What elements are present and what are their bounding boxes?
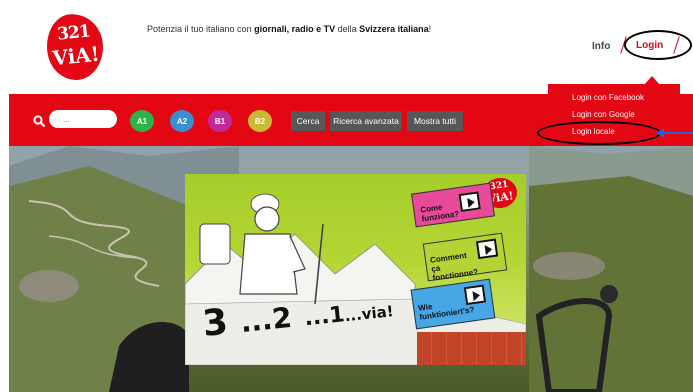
level-b2-button[interactable]: B2 (248, 110, 272, 132)
advanced-search-button[interactable]: Ricerca avanzata (330, 111, 402, 131)
level-b1-button[interactable]: B1 (208, 110, 232, 132)
site-logo[interactable]: 321 ViA! (43, 11, 107, 83)
film-icon (463, 284, 487, 306)
tagline: Potenzia il tuo italiano con giornali, r… (147, 24, 432, 34)
film-icon (475, 238, 499, 260)
login-local-highlight-circle (537, 121, 661, 145)
running-track (417, 332, 526, 365)
search-input[interactable] (49, 110, 117, 128)
clapboard-italian-label: Come funziona? (419, 202, 460, 224)
level-a1-button[interactable]: A1 (130, 110, 154, 132)
level-a2-button[interactable]: A2 (170, 110, 194, 132)
login-highlight-circle (624, 30, 692, 60)
clapboard-german-label: Wie funktioniert's? (417, 301, 475, 322)
show-all-button[interactable]: Mostra tutti (407, 111, 463, 131)
logo-via: ViA! (51, 41, 101, 71)
film-icon (458, 191, 481, 212)
site-header: 321 ViA! Potenzia il tuo italiano con gi… (0, 0, 693, 94)
clapboard-french-label: Comment ça fonctionne? (429, 250, 479, 283)
login-google-item[interactable]: Login con Google (572, 110, 635, 119)
annotation-arrow (660, 132, 693, 134)
login-facebook-item[interactable]: Login con Facebook (572, 93, 644, 102)
annotation-arrow-head (656, 128, 664, 138)
nav-info-link[interactable]: Info (592, 41, 610, 52)
search-icon[interactable] (33, 115, 45, 127)
search-button[interactable]: Cerca (291, 111, 325, 131)
promo-banner[interactable]: 321 ViA! Come funziona? Comment ça fonct… (185, 174, 526, 365)
